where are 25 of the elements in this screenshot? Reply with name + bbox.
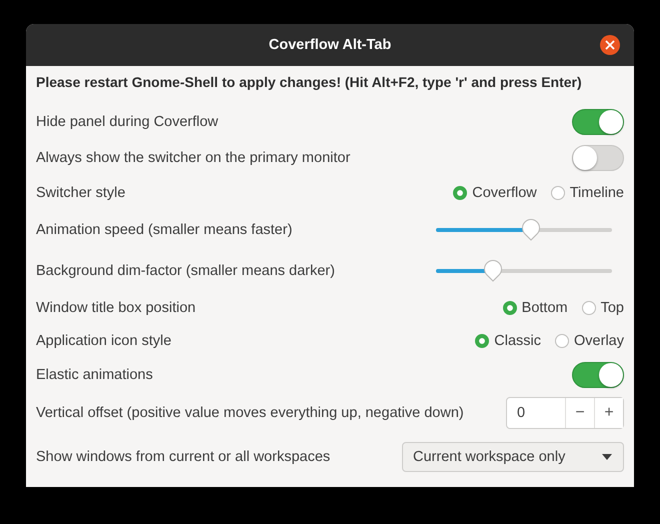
dropdown[interactable]: Current workspace only: [402, 442, 624, 472]
toggle-switch[interactable]: [572, 145, 624, 171]
setting-label: Elastic animations: [36, 367, 153, 383]
radio-option[interactable]: Bottom: [502, 300, 568, 316]
setting-label: Show windows from current or all workspaces: [36, 449, 330, 465]
close-icon: [605, 40, 615, 50]
setting-label: Animation speed (smaller means faster): [36, 222, 292, 238]
radio-option[interactable]: Classic: [475, 332, 542, 348]
window-title: Coverflow Alt-Tab: [268, 37, 392, 53]
close-button[interactable]: [600, 35, 620, 55]
radio-option[interactable]: Coverflow: [453, 184, 537, 200]
setting-label: Vertical offset (positive value moves everything up, negative down): [36, 405, 464, 421]
setting-label: Switcher style: [36, 184, 126, 200]
setting-label: Window title box position: [36, 300, 196, 316]
radio-option[interactable]: Top: [582, 300, 624, 316]
setting-label: Background dim-factor (smaller means darker): [36, 262, 335, 278]
toggle-switch[interactable]: [572, 109, 624, 135]
toggle-switch[interactable]: [572, 362, 624, 388]
radio-option[interactable]: Overlay: [555, 332, 624, 348]
radio-option[interactable]: Timeline: [550, 184, 624, 200]
setting-label: Hide panel during Coverflow: [36, 114, 218, 130]
caret-icon: [602, 454, 612, 460]
setting-label: Application icon style: [36, 332, 172, 348]
setting-label: Always show the switcher on the primary monitor: [36, 150, 350, 166]
restart-notice: Please restart Gnome-Shell to apply changes! (Hit Alt+F2, type 'r' and press Enter): [36, 74, 583, 92]
